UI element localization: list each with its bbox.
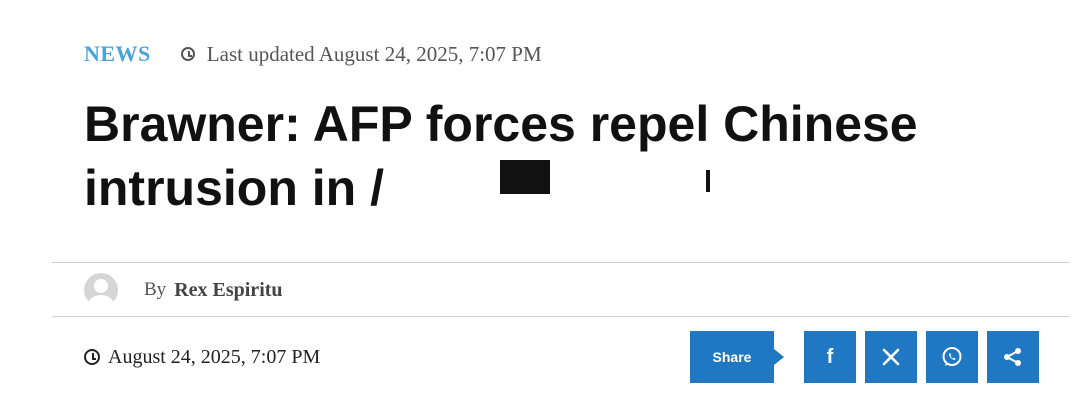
headline-line-2: intrusion in / — [84, 160, 384, 216]
share-icon — [1004, 348, 1021, 366]
redaction-mark — [706, 170, 710, 192]
facebook-icon: f — [826, 345, 834, 368]
more-share-button[interactable] — [987, 331, 1039, 383]
x-icon — [882, 348, 900, 366]
publish-date-text: August 24, 2025, 7:07 PM — [108, 345, 321, 368]
publish-date: August 24, 2025, 7:07 PM — [84, 342, 320, 372]
author-byline: By Rex Espiritu — [84, 272, 283, 308]
author-name[interactable]: Rex Espiritu — [174, 279, 282, 302]
last-updated-text: Last updated August 24, 2025, 7:07 PM — [206, 41, 542, 66]
redaction-mark — [500, 160, 550, 194]
facebook-share-button[interactable]: f — [804, 331, 856, 383]
last-updated: Last updated August 24, 2025, 7:07 PM — [180, 41, 542, 67]
article-meta: NEWS Last updated August 24, 2025, 7:07 … — [84, 38, 542, 70]
whatsapp-share-button[interactable] — [926, 331, 978, 383]
category-label[interactable]: NEWS — [84, 41, 151, 67]
headline-line-1: Brawner: AFP forces repel Chinese — [84, 96, 918, 152]
divider — [52, 316, 1070, 317]
article-headline: Brawner: AFP forces repel Chinese intrus… — [84, 92, 984, 220]
by-label: By — [144, 279, 167, 300]
share-label: Share — [690, 331, 784, 383]
whatsapp-icon — [942, 347, 962, 366]
clock-icon — [180, 47, 195, 61]
divider — [52, 262, 1070, 263]
author-avatar-icon[interactable] — [84, 273, 118, 307]
x-share-button[interactable] — [865, 331, 917, 383]
clock-icon — [84, 349, 100, 365]
share-bar: Share f — [690, 330, 1039, 384]
